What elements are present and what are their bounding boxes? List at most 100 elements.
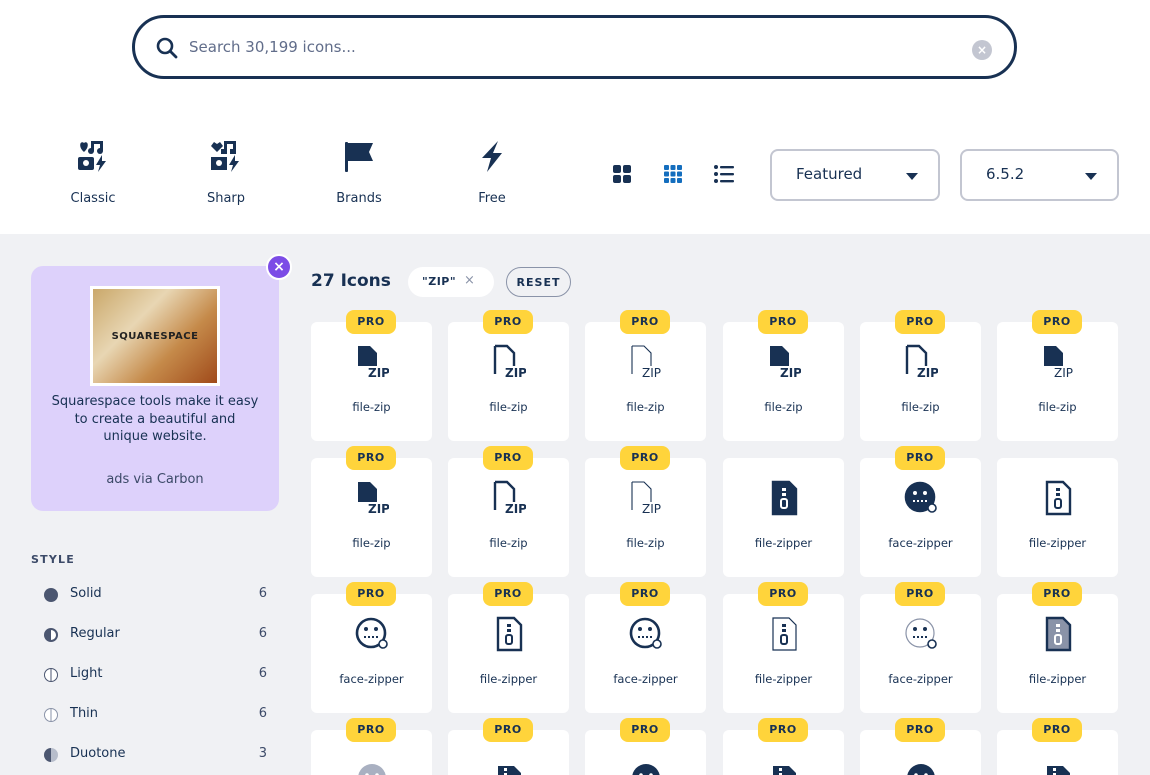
partial-icon — [355, 752, 389, 775]
sort-select[interactable]: Featured — [770, 149, 940, 201]
icon-card[interactable]: PRO — [311, 718, 432, 775]
icon-card[interactable]: PRO face-zipper — [860, 582, 981, 713]
light-style-icon — [44, 668, 58, 682]
family-classic[interactable]: Classic — [38, 132, 148, 212]
svg-text:ZIP: ZIP — [1054, 366, 1073, 380]
icon-name: file-zipper — [1028, 536, 1087, 550]
icon-card[interactable]: PRO file-zipper — [448, 582, 569, 713]
icon-name: file-zip — [901, 400, 940, 414]
pro-badge: PRO — [758, 718, 808, 742]
top-bar: × Classic Sharp Brands Fr — [0, 0, 1150, 234]
bolt-icon — [482, 141, 502, 172]
style-name: Duotone — [70, 746, 126, 761]
style-heading: STYLE — [31, 553, 75, 566]
search-icon — [156, 37, 178, 59]
style-filter-regular[interactable]: Regular 6 — [31, 621, 271, 649]
view-large-grid-button[interactable] — [608, 160, 636, 188]
pro-badge: PRO — [483, 310, 533, 334]
version-select[interactable]: 6.5.2 — [960, 149, 1119, 201]
search-box[interactable]: × — [132, 15, 1017, 79]
icon-card[interactable]: PRO — [723, 718, 844, 775]
icon-name: file-zipper — [479, 672, 538, 686]
icon-card[interactable]: PRO face-zipper — [585, 582, 706, 713]
file-zip-icon: ZIP — [355, 344, 390, 380]
icon-card[interactable]: file-zipper — [997, 458, 1118, 577]
pro-badge: PRO — [483, 446, 533, 470]
family-free[interactable]: Free — [437, 132, 547, 212]
icon-card[interactable]: PRO — [585, 718, 706, 775]
sort-value: Featured — [796, 165, 863, 183]
pro-badge: PRO — [895, 582, 945, 606]
clear-search-button[interactable]: × — [972, 40, 992, 60]
icon-name: file-zip — [1038, 400, 1077, 414]
file-zip-icon: ZIP — [492, 344, 527, 380]
view-list-button[interactable] — [710, 160, 738, 188]
flag-icon — [345, 142, 373, 172]
svg-text:ZIP: ZIP — [642, 366, 661, 380]
style-filter-solid[interactable]: Solid 6 — [31, 581, 271, 609]
family-brands[interactable]: Brands — [304, 132, 414, 212]
pro-badge: PRO — [758, 310, 808, 334]
svg-text:ZIP: ZIP — [917, 366, 938, 380]
icon-card[interactable]: PRO ZIP file-zip — [860, 310, 981, 441]
ad-copy[interactable]: Squarespace tools make it easy to create… — [51, 393, 259, 446]
icon-card[interactable]: file-zipper — [723, 458, 844, 577]
ad-image[interactable]: SQUARESPACE — [90, 286, 220, 386]
pro-badge: PRO — [620, 310, 670, 334]
pro-badge: PRO — [895, 718, 945, 742]
style-name: Regular — [70, 626, 120, 641]
icon-card[interactable]: PRO ZIP file-zip — [723, 310, 844, 441]
icon-card[interactable]: PRO ZIP file-zip — [311, 446, 432, 577]
ad-via-link[interactable]: ads via Carbon — [31, 472, 279, 487]
pro-badge: PRO — [346, 582, 396, 606]
file-zipper-icon — [1041, 616, 1075, 652]
pro-badge: PRO — [346, 718, 396, 742]
search-input[interactable] — [189, 32, 949, 62]
icon-name: face-zipper — [888, 672, 953, 686]
file-zip-icon: ZIP — [492, 480, 527, 516]
view-grid-button[interactable] — [659, 160, 687, 188]
pro-badge: PRO — [1032, 310, 1082, 334]
icon-name: file-zip — [626, 400, 665, 414]
pro-badge: PRO — [1032, 718, 1082, 742]
icon-name: file-zip — [352, 400, 391, 414]
reset-button[interactable]: RESET — [506, 267, 571, 297]
partial-icon — [767, 752, 801, 775]
reset-label: RESET — [516, 276, 561, 289]
close-ad-button[interactable]: × — [266, 254, 292, 280]
icon-card[interactable]: PRO file-zipper — [723, 582, 844, 713]
svg-text:ZIP: ZIP — [780, 366, 801, 380]
style-filter-thin[interactable]: Thin 6 — [31, 701, 271, 729]
file-zipper-icon — [767, 480, 801, 516]
icon-card[interactable]: PRO ZIP file-zip — [585, 310, 706, 441]
icon-card[interactable]: PRO — [860, 718, 981, 775]
pro-badge: PRO — [483, 582, 533, 606]
pro-badge: PRO — [620, 446, 670, 470]
pro-badge: PRO — [620, 582, 670, 606]
icon-card[interactable]: PRO ZIP file-zip — [585, 446, 706, 577]
list-icon — [714, 165, 734, 183]
icon-name: file-zip — [489, 400, 528, 414]
remove-query-icon[interactable]: × — [464, 273, 475, 288]
family-sharp[interactable]: Sharp — [171, 132, 281, 212]
icon-card[interactable]: PRO face-zipper — [860, 446, 981, 577]
icon-card[interactable]: PRO ZIP file-zip — [311, 310, 432, 441]
query-chip[interactable]: "ZIP" × — [408, 267, 494, 297]
style-filter-light[interactable]: Light 6 — [31, 661, 271, 689]
icon-card[interactable]: PRO — [997, 718, 1118, 775]
icon-card[interactable]: PRO file-zipper — [997, 582, 1118, 713]
face-zipper-icon — [904, 616, 938, 652]
icon-card[interactable]: PRO ZIP file-zip — [448, 446, 569, 577]
icon-name: face-zipper — [888, 536, 953, 550]
face-zipper-icon — [355, 616, 389, 652]
style-name: Thin — [70, 706, 99, 721]
style-count: 6 — [258, 706, 267, 721]
icon-card[interactable]: PRO — [448, 718, 569, 775]
icon-card[interactable]: PRO ZIP file-zip — [448, 310, 569, 441]
style-count: 3 — [258, 746, 267, 761]
version-value: 6.5.2 — [986, 165, 1025, 183]
style-filter-duotone[interactable]: Duotone 3 — [31, 741, 271, 769]
icon-card[interactable]: PRO ZIP file-zip — [997, 310, 1118, 441]
icon-card[interactable]: PRO face-zipper — [311, 582, 432, 713]
icon-name: file-zip — [489, 536, 528, 550]
